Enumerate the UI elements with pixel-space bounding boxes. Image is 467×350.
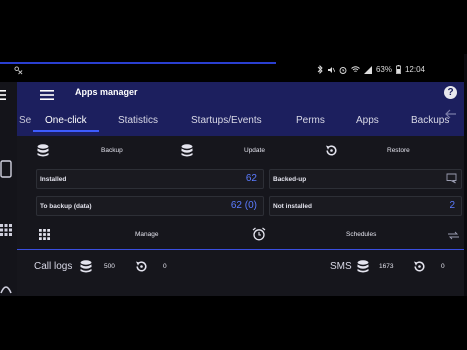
tab-backups[interactable]: Backups (411, 115, 449, 126)
call-logs-restore-count: 0 (163, 263, 167, 270)
tab-startups-events[interactable]: Startups/Events (191, 115, 262, 126)
tab-bar: One-click Statistics Startups/Events Per… (45, 115, 465, 133)
schedules-label: Schedules (346, 231, 377, 238)
alarm-clock-icon (252, 227, 266, 241)
sms-restore-count: 0 (441, 263, 445, 270)
backedup-label: Backed-up (273, 176, 307, 183)
not-installed-stat[interactable]: Not installed 2 (269, 196, 462, 216)
status-icons: 63% 12:04 (317, 65, 425, 74)
installed-value: 62 (245, 173, 257, 184)
tab-perms[interactable]: Perms (296, 115, 325, 126)
swap-icon (448, 231, 459, 240)
restore-button[interactable]: Restore (317, 139, 467, 163)
drawer-menu-icon[interactable] (0, 90, 6, 100)
section-divider (17, 249, 465, 250)
mute-icon (327, 66, 335, 73)
side-drawer-edge[interactable] (0, 82, 17, 296)
update-button[interactable]: Update (167, 139, 317, 163)
backup-button[interactable]: Backup (17, 139, 167, 163)
wifi-icon (351, 66, 360, 72)
manage-button[interactable]: Manage (17, 223, 242, 247)
tab-apps[interactable]: Apps (356, 115, 379, 126)
battery-percent: 63% (375, 65, 392, 74)
manage-label: Manage (135, 231, 159, 238)
status-progress-line (0, 62, 276, 64)
page-title: Apps manager (75, 87, 138, 97)
letterbox-top (0, 0, 467, 54)
notification-icon (14, 66, 23, 75)
to-backup-label: To backup (data) (40, 203, 92, 210)
to-backup-stat[interactable]: To backup (data) 62 (0) (36, 196, 264, 216)
sms-label[interactable]: SMS (330, 261, 352, 272)
help-icon[interactable]: ? (444, 86, 457, 99)
backedup-stat[interactable]: Backed-up (269, 169, 462, 189)
to-backup-value: 62 (0) (230, 200, 257, 211)
phone-screen: 63% 12:04 Apps manager ? Se One-click St… (0, 54, 467, 296)
alarm-icon (339, 66, 347, 74)
tab-partial[interactable]: Se (19, 115, 31, 126)
not-installed-label: Not installed (273, 203, 313, 210)
restore-icon[interactable] (135, 260, 148, 273)
tab-statistics[interactable]: Statistics (118, 115, 158, 126)
status-bar: 63% 12:04 (0, 54, 467, 82)
menu-icon[interactable] (40, 90, 54, 100)
call-logs-count: 500 (104, 263, 115, 270)
not-installed-value: 2 (449, 200, 455, 211)
update-label: Update (244, 147, 265, 154)
signal-icon (363, 65, 372, 74)
backup-label: Backup (101, 147, 123, 154)
restore-icon[interactable] (413, 260, 426, 273)
summary-row: Call logs 500 0 SMS 1673 0 (17, 257, 467, 279)
letterbox-bottom (0, 296, 467, 350)
apps-grid-icon[interactable] (0, 224, 12, 236)
action-row-top: Backup Update Restore (17, 139, 467, 163)
tab-one-click[interactable]: One-click (45, 115, 87, 126)
schedules-button[interactable]: Schedules (242, 223, 467, 247)
active-tab-indicator (33, 130, 99, 132)
bluetooth-icon (317, 65, 323, 74)
battery-icon (396, 65, 401, 74)
installed-label: Installed (40, 176, 67, 183)
database-icon (37, 144, 49, 157)
action-row-bottom: Manage Schedules (17, 223, 467, 247)
status-time: 12:04 (404, 65, 425, 74)
database-icon[interactable] (80, 260, 92, 273)
apps-grid-icon (39, 229, 50, 240)
installed-stat[interactable]: Installed 62 (36, 169, 264, 189)
database-icon[interactable] (357, 260, 369, 273)
call-icon[interactable] (0, 284, 12, 294)
comment-icon (446, 173, 457, 184)
restore-label: Restore (387, 147, 410, 154)
sms-count: 1673 (379, 263, 394, 270)
call-logs-label[interactable]: Call logs (34, 261, 72, 272)
restore-icon (326, 145, 337, 156)
phone-icon[interactable] (0, 160, 12, 178)
database-icon (181, 144, 193, 157)
